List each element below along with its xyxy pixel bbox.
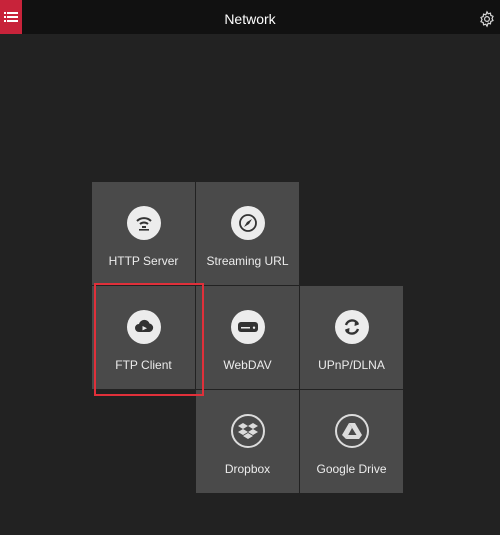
tile-label: UPnP/DLNA bbox=[318, 358, 385, 372]
tile-http-server[interactable]: HTTP Server bbox=[92, 182, 195, 285]
hard-drive-icon bbox=[230, 310, 265, 344]
tile-dropbox[interactable]: Dropbox bbox=[196, 390, 299, 493]
tile-webdav[interactable]: WebDAV bbox=[196, 286, 299, 389]
tile-upnp-dlna[interactable]: UPnP/DLNA bbox=[300, 286, 403, 389]
tile-label: HTTP Server bbox=[108, 254, 179, 268]
tile-label: Streaming URL bbox=[206, 254, 289, 268]
tile-label: Dropbox bbox=[224, 462, 271, 476]
network-services-grid: HTTP Server Streaming URL FTP Client Web… bbox=[0, 0, 500, 535]
tile-label: Google Drive bbox=[316, 462, 387, 476]
cloud-upload-icon bbox=[126, 310, 161, 344]
compass-icon bbox=[230, 206, 265, 240]
wifi-icon bbox=[126, 206, 161, 240]
tile-ftp-client[interactable]: FTP Client bbox=[92, 286, 195, 389]
tile-streaming-url[interactable]: Streaming URL bbox=[196, 182, 299, 285]
dropbox-icon bbox=[230, 414, 265, 448]
google-drive-icon bbox=[334, 414, 369, 448]
sync-icon bbox=[334, 310, 369, 344]
tile-google-drive[interactable]: Google Drive bbox=[300, 390, 403, 493]
tile-label: WebDAV bbox=[223, 358, 272, 372]
tile-label: FTP Client bbox=[115, 358, 172, 372]
